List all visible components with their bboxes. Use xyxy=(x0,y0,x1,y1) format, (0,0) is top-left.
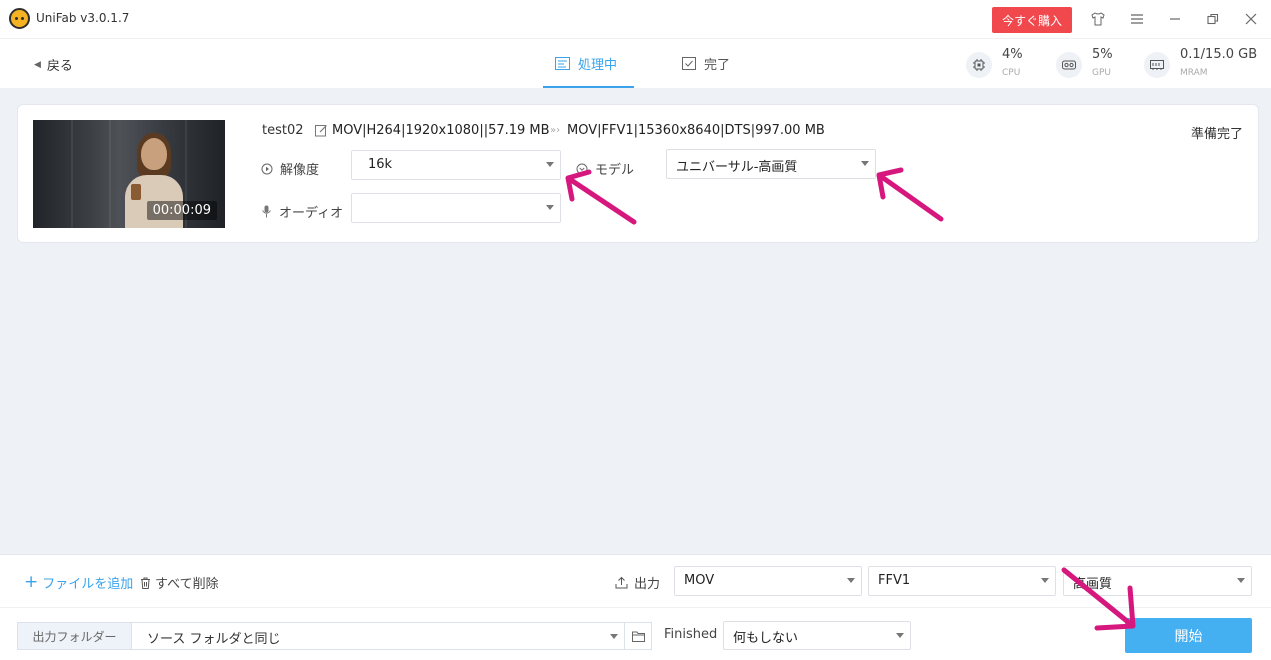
folder-icon xyxy=(631,631,645,642)
output-codec-select[interactable]: FFV1 xyxy=(868,566,1056,596)
close-icon[interactable] xyxy=(1241,9,1261,29)
tab-label: 完了 xyxy=(704,58,731,73)
memory-value: 0.1/15.0 GB xyxy=(1180,47,1258,62)
list-icon xyxy=(555,57,570,70)
audio-label: オーディオ xyxy=(279,206,344,221)
model-label-group: モデル xyxy=(576,159,634,178)
output-quality-value: 高画質 xyxy=(1073,577,1113,592)
audio-select[interactable] xyxy=(351,193,561,223)
chevron-down-icon xyxy=(546,205,554,210)
model-select[interactable]: ユニバーサル-高画質 xyxy=(666,149,876,179)
output-folder-select[interactable]: ソース フォルダと同じ xyxy=(131,622,625,650)
cpu-icon xyxy=(966,52,992,78)
back-label: 戻る xyxy=(46,59,73,74)
folder-browse-button[interactable] xyxy=(624,622,652,650)
output-quality-select[interactable]: 高画質 xyxy=(1063,566,1252,596)
video-duration: 00:00:09 xyxy=(146,201,217,220)
chevron-circle-icon xyxy=(576,163,588,174)
chevron-down-icon xyxy=(896,633,904,638)
output-folder-label: 出力フォルダー xyxy=(17,622,132,650)
buy-now-button[interactable]: 今すぐ購入 xyxy=(992,7,1072,33)
chevron-down-icon xyxy=(861,161,869,166)
chevron-down-icon xyxy=(847,578,855,583)
target-info: MOV|FFV1|15360x8640|DTS|997.00 MB xyxy=(567,123,825,138)
chevron-down-icon xyxy=(546,162,554,167)
chevron-down-icon xyxy=(1237,578,1245,583)
shirt-icon[interactable] xyxy=(1088,9,1108,29)
chevron-down-icon xyxy=(610,634,618,639)
title-bar: UniFab v3.0.1.7 今すぐ購入 xyxy=(0,0,1271,38)
source-info: MOV|H264|1920x1080||57.19 MB xyxy=(332,123,550,138)
model-label: モデル xyxy=(595,163,635,178)
arrow-right-icon: »› xyxy=(550,125,561,136)
gpu-icon xyxy=(1056,52,1082,78)
memory-icon xyxy=(1144,52,1170,78)
play-circle-icon xyxy=(261,163,273,174)
checkbox-icon xyxy=(682,57,696,70)
app-logo-icon xyxy=(9,8,30,29)
add-file-button[interactable]: + ファイルを追加 xyxy=(24,572,134,593)
cpu-value: 4% xyxy=(1002,47,1023,62)
finished-action-select[interactable]: 何もしない xyxy=(723,621,911,650)
export-icon xyxy=(615,576,628,589)
menu-icon[interactable] xyxy=(1127,9,1147,29)
divider xyxy=(0,607,1271,608)
model-value: ユニバーサル-高画質 xyxy=(676,160,798,175)
delete-all-button[interactable]: すべて削除 xyxy=(140,573,219,592)
chevron-down-icon xyxy=(1041,578,1049,583)
output-format-value: MOV xyxy=(684,573,715,588)
resolution-select[interactable]: 16k xyxy=(351,150,561,180)
chevron-left-icon: ◀ xyxy=(34,59,41,70)
tab-label: 処理中 xyxy=(578,58,618,73)
plus-icon: + xyxy=(24,572,39,592)
delete-all-label: すべて削除 xyxy=(155,577,219,592)
tab-processing[interactable]: 処理中 xyxy=(555,54,617,73)
file-name: test02 xyxy=(262,123,304,138)
gpu-label: GPU xyxy=(1092,68,1111,78)
finished-action-value: 何もしない xyxy=(733,631,799,646)
audio-label-group: オーディオ xyxy=(261,202,343,221)
status-text: 準備完了 xyxy=(1190,127,1243,142)
output-codec-value: FFV1 xyxy=(878,573,911,588)
video-thumbnail[interactable]: 00:00:09 xyxy=(33,120,225,228)
gpu-value: 5% xyxy=(1092,47,1113,62)
resolution-value: 16k xyxy=(368,157,393,172)
output-format-select[interactable]: MOV xyxy=(674,566,862,596)
memory-label: MRAM xyxy=(1180,68,1208,78)
start-button[interactable]: 開始 xyxy=(1125,618,1252,653)
finished-label: Finished xyxy=(664,627,718,642)
task-list-area: 00:00:09 test02 MOV|H264|1920x1080||57.1… xyxy=(0,88,1271,554)
output-folder-value: ソース フォルダと同じ xyxy=(147,632,281,647)
microphone-icon xyxy=(262,205,271,218)
trash-icon xyxy=(141,577,150,589)
resolution-label-group: 解像度 xyxy=(261,159,319,178)
minimize-icon[interactable] xyxy=(1165,9,1185,29)
file-card: 00:00:09 test02 MOV|H264|1920x1080||57.1… xyxy=(17,104,1259,243)
edit-icon[interactable] xyxy=(315,124,328,141)
add-file-label: ファイルを追加 xyxy=(42,577,134,592)
back-button[interactable]: ◀ 戻る xyxy=(34,55,73,74)
cpu-label: CPU xyxy=(1002,68,1021,78)
output-label: 出力 xyxy=(634,577,661,592)
output-label-group: 出力 xyxy=(615,573,660,592)
app-title: UniFab v3.0.1.7 xyxy=(36,11,130,25)
tab-completed[interactable]: 完了 xyxy=(682,54,730,73)
nav-bar: ◀ 戻る 処理中 完了 4% CPU 5% GPU 0.1/15.0 GB MR… xyxy=(0,38,1271,88)
bottom-bar: + ファイルを追加 すべて削除 出力 MOV FFV1 高画質 出力フォルダー … xyxy=(0,554,1271,660)
restore-icon[interactable] xyxy=(1203,9,1223,29)
resolution-label: 解像度 xyxy=(280,163,320,178)
